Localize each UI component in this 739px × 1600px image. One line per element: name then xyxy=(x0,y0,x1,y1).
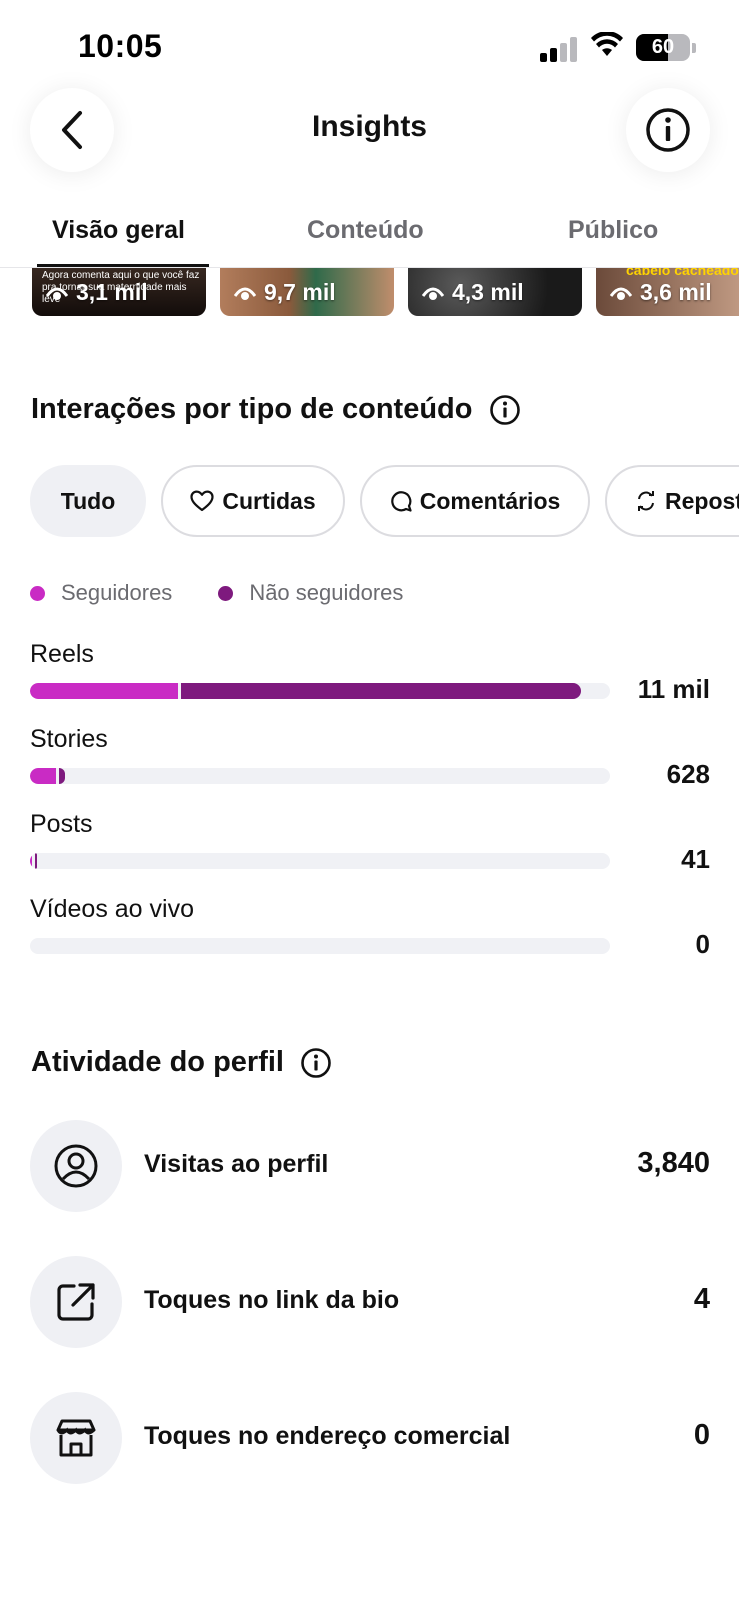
bar-row-posts: Posts 41 xyxy=(30,810,710,880)
bar-segment-followers xyxy=(30,853,33,869)
thumbnail-views: 9,7 mil xyxy=(264,279,336,305)
legend-item-nonfollowers: Não seguidores xyxy=(218,580,403,606)
thumbnail-3[interactable]: 4,3 mil xyxy=(408,268,582,316)
status-time: 10:05 xyxy=(78,28,163,64)
activity-row-profile-visits[interactable]: Visitas ao perfil 3,840 xyxy=(30,1120,710,1212)
content-thumbnails: Agora comenta aqui o que você faz pra to… xyxy=(0,268,739,316)
thumbnail-views: 3,1 mil xyxy=(76,279,148,305)
info-icon[interactable] xyxy=(489,394,521,426)
wifi-icon xyxy=(591,32,623,56)
activity-row-bio-link[interactable]: Toques no link da bio 4 xyxy=(30,1256,710,1348)
chip-label: Reposts xyxy=(665,487,739,514)
chip-all[interactable]: Tudo xyxy=(30,465,146,537)
bar-segment-nonfollowers xyxy=(59,768,65,784)
chip-comments[interactable]: Comentários xyxy=(360,465,590,537)
bar-track xyxy=(30,938,610,954)
bar-label: Reels xyxy=(30,640,94,668)
bar-track xyxy=(30,853,610,869)
bar-row-reels: Reels 11 mil xyxy=(30,640,710,710)
bar-segment-nonfollowers xyxy=(35,853,38,869)
bar-segment-nonfollowers xyxy=(180,683,582,699)
legend-dot xyxy=(218,585,234,601)
eye-icon xyxy=(610,287,632,300)
tab-bar: Visão geral Conteúdo Público xyxy=(0,206,739,268)
chip-reposts[interactable]: Reposts xyxy=(605,465,739,537)
eye-icon xyxy=(234,287,256,300)
chip-label: Tudo xyxy=(60,487,116,514)
thumbnail-1[interactable]: Agora comenta aqui o que você faz pra to… xyxy=(32,268,206,316)
bar-value: 41 xyxy=(681,844,710,874)
cellular-signal-icon xyxy=(540,36,580,62)
bar-value: 11 mil xyxy=(637,674,710,704)
bar-segment-followers xyxy=(30,683,178,699)
activity-value: 0 xyxy=(693,1419,710,1451)
bar-value: 628 xyxy=(666,759,710,789)
activity-value: 3,840 xyxy=(637,1147,710,1179)
thumbnail-caption: cabelo cacheado? xyxy=(626,268,739,278)
activity-value: 4 xyxy=(693,1283,710,1315)
legend-label: Seguidores xyxy=(61,580,173,605)
bar-track xyxy=(30,768,610,784)
chip-label: Comentários xyxy=(419,487,561,514)
chart-legend: Seguidores Não seguidores xyxy=(30,580,403,606)
activity-label: Toques no endereço comercial xyxy=(144,1422,511,1450)
person-circle-icon xyxy=(54,1144,98,1188)
storefront-icon xyxy=(56,1419,96,1457)
legend-item-followers: Seguidores xyxy=(30,580,172,606)
battery-icon: 60 xyxy=(636,34,690,61)
thumbnail-2[interactable]: 9,7 mil xyxy=(220,268,394,316)
bar-value: 0 xyxy=(695,929,710,959)
bar-label: Posts xyxy=(30,810,93,838)
filter-chips: Tudo Curtidas Comentários Reposts xyxy=(30,465,739,539)
thumbnail-views: 3,6 mil xyxy=(640,279,712,305)
bar-label: Stories xyxy=(30,725,108,753)
legend-label: Não seguidores xyxy=(249,580,404,605)
section-title-text: Atividade do perfil xyxy=(31,1046,284,1078)
thumbnail-views: 4,3 mil xyxy=(452,279,524,305)
header: Insights xyxy=(0,88,739,172)
eye-icon xyxy=(422,287,444,300)
tab-content[interactable]: Conteúdo xyxy=(307,216,424,245)
activity-label: Toques no link da bio xyxy=(144,1286,400,1314)
info-button[interactable] xyxy=(626,88,710,172)
profile-activity-title: Atividade do perfil xyxy=(31,1046,332,1079)
activity-label: Visitas ao perfil xyxy=(144,1150,329,1178)
interactions-section-title: Interações por tipo de conteúdo xyxy=(31,393,521,426)
info-icon xyxy=(646,108,690,152)
bar-row-live: Vídeos ao vivo 0 xyxy=(30,895,710,965)
chip-label: Curtidas xyxy=(222,487,316,514)
activity-row-business-address[interactable]: Toques no endereço comercial 0 xyxy=(30,1392,710,1484)
bar-track xyxy=(30,683,610,699)
info-icon[interactable] xyxy=(300,1047,332,1079)
battery-level: 60 xyxy=(651,36,675,58)
repost-icon xyxy=(638,491,654,511)
thumbnail-4[interactable]: cabelo cacheado? 3,6 mil xyxy=(596,268,739,316)
comment-icon xyxy=(390,491,412,512)
tab-audience[interactable]: Público xyxy=(568,216,658,245)
external-link-icon xyxy=(57,1283,95,1321)
legend-dot xyxy=(30,585,45,601)
bar-label: Vídeos ao vivo xyxy=(30,895,194,923)
status-bar: 10:05 60 xyxy=(0,0,739,90)
heart-icon xyxy=(190,490,214,512)
bar-segment-followers xyxy=(30,768,57,784)
eye-icon xyxy=(46,287,68,300)
section-title-text: Interações por tipo de conteúdo xyxy=(31,393,473,425)
tab-overview[interactable]: Visão geral xyxy=(52,216,185,245)
chip-likes[interactable]: Curtidas xyxy=(161,465,345,537)
bar-row-stories: Stories 628 xyxy=(30,725,710,795)
